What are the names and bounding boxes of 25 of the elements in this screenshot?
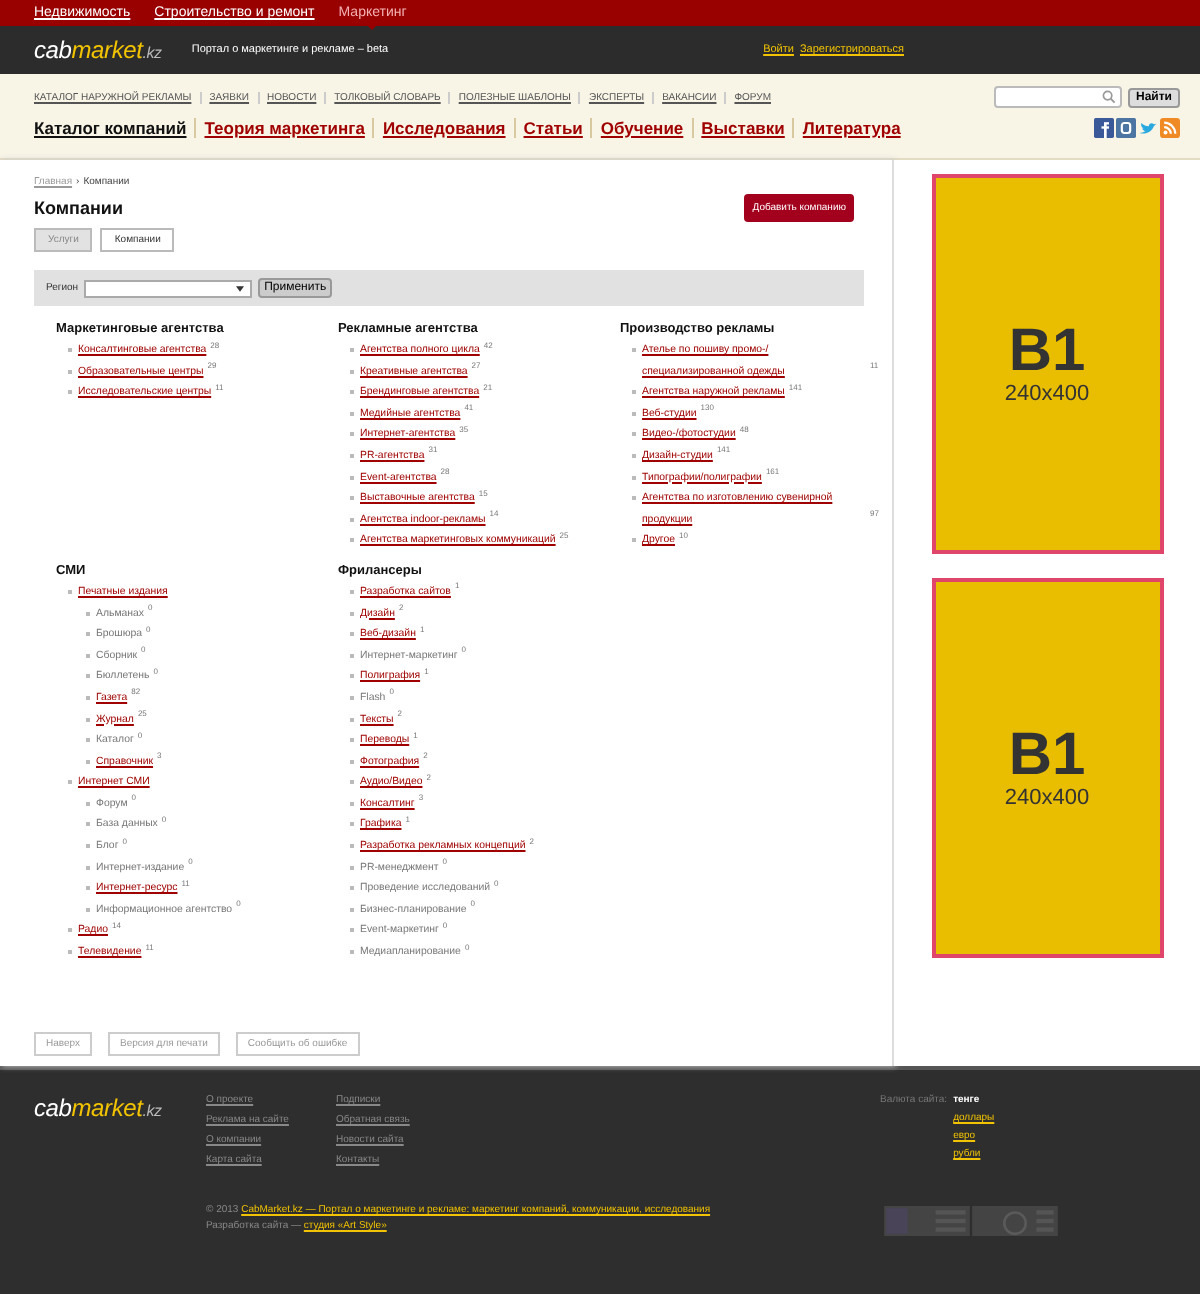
bird-icon[interactable] [1138, 118, 1158, 138]
main-nav-link[interactable]: Выставки [691, 118, 793, 138]
footer-logo[interactable]: cabmarket.kz [34, 1094, 206, 1166]
banner-placeholder[interactable]: B1 240x400 [931, 578, 1163, 958]
counter-widget-icon [972, 1206, 1058, 1236]
rss-icon[interactable] [1160, 118, 1180, 138]
banner-size: 240x400 [1004, 786, 1090, 810]
facebook-icon[interactable] [1094, 118, 1114, 138]
main-nav-link[interactable]: Литература [792, 118, 909, 138]
banner-title: B1 [1008, 726, 1086, 786]
page-title: Компании [34, 198, 123, 218]
main-nav-link[interactable]: Статьи [513, 118, 591, 138]
counter-widget-icon [884, 1206, 970, 1236]
banner-title: B1 [1008, 322, 1086, 382]
search-field[interactable] [994, 86, 1122, 108]
site-logo[interactable]: cabmarket.kz [34, 36, 162, 64]
caret-icon [236, 285, 245, 291]
main-nav-link[interactable]: Исследования [372, 118, 514, 138]
main-nav-link[interactable]: Обучение [590, 118, 692, 138]
search-icon [1102, 90, 1116, 104]
main-nav-link[interactable]: Каталог компаний [34, 118, 195, 138]
region-select[interactable] [84, 279, 253, 297]
main-nav-link[interactable]: Теория маркетинга [194, 118, 373, 138]
banner-size: 240x400 [1004, 382, 1090, 406]
banner-placeholder[interactable]: B1 240x400 [931, 174, 1163, 554]
